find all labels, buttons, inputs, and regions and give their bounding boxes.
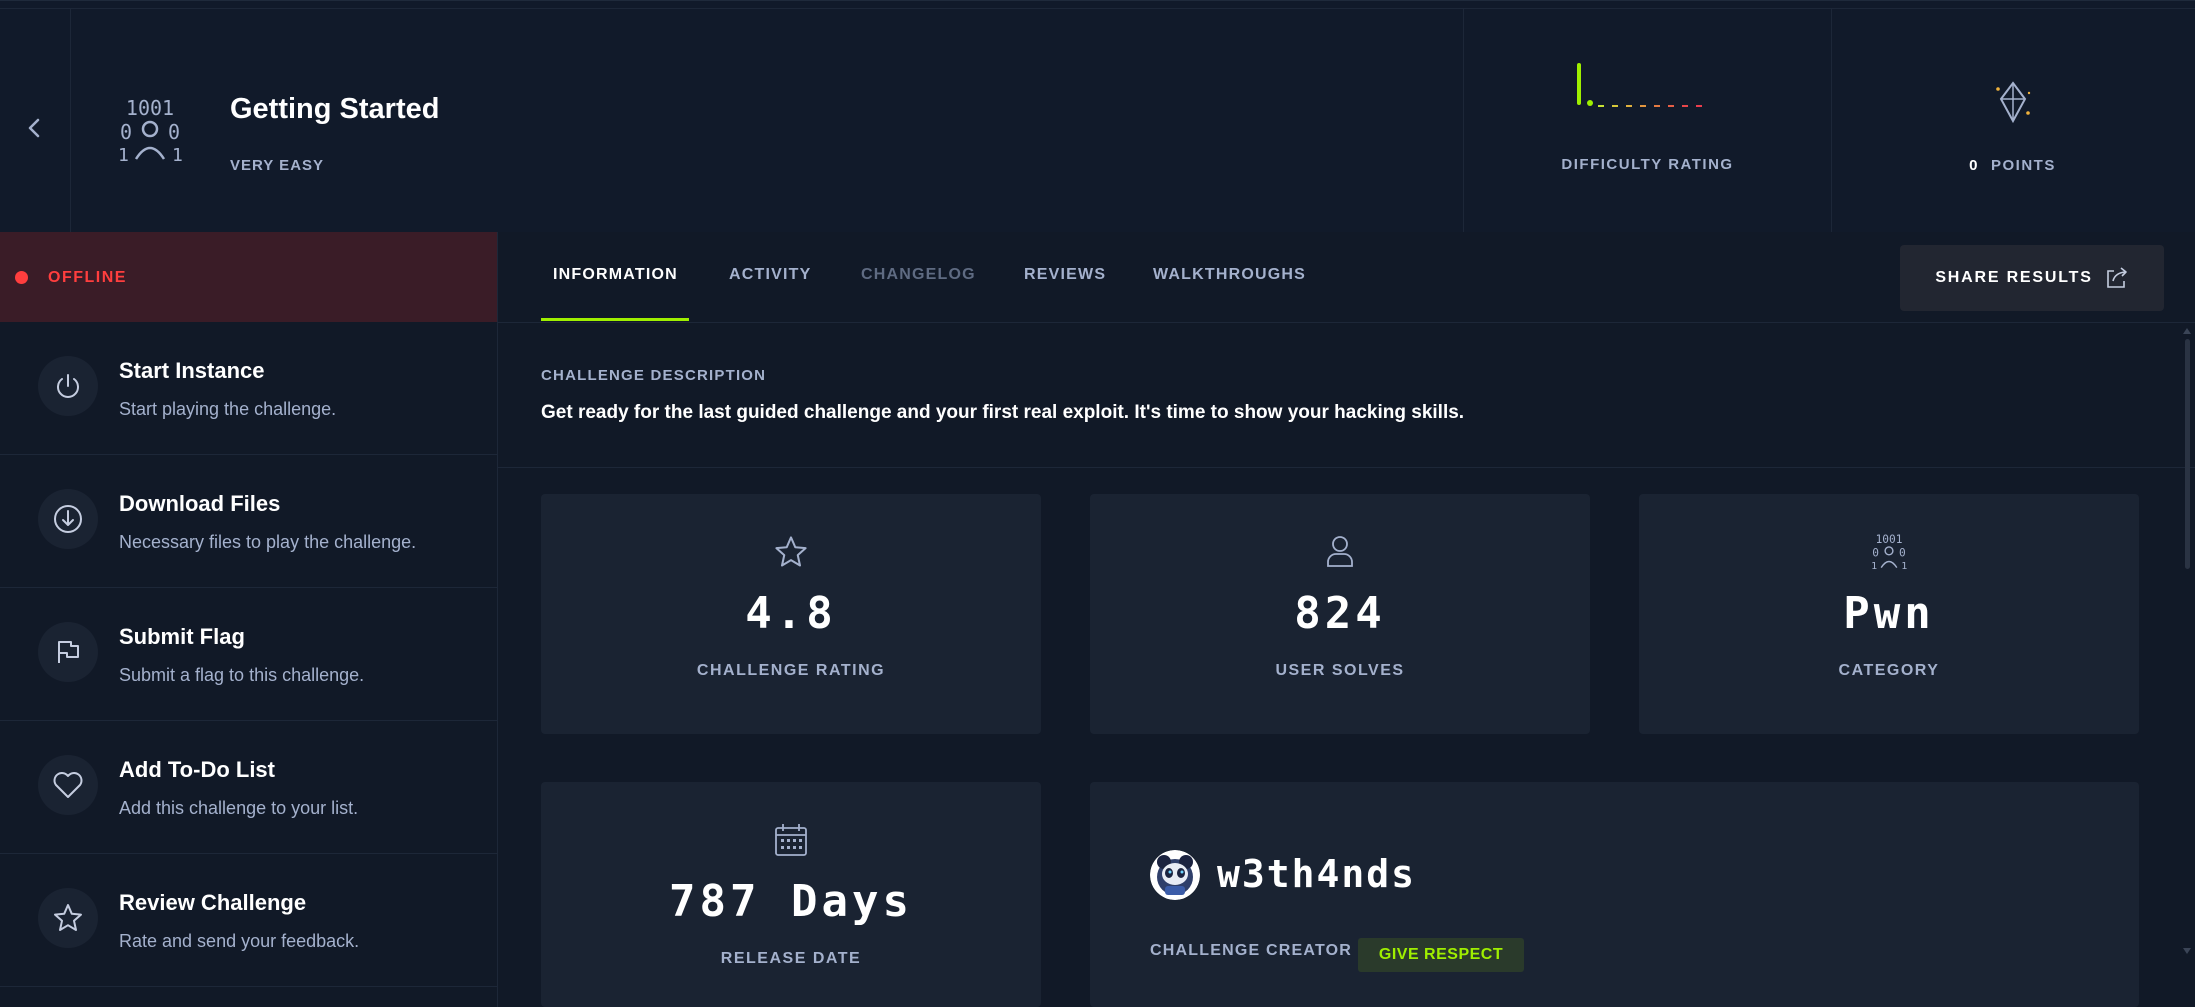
user-solves-card: 824 USER SOLVES — [1090, 494, 1590, 734]
svg-text:1: 1 — [1901, 561, 1907, 572]
status-dot — [15, 271, 28, 284]
category-card: 1001 0 0 1 1 Pwn CATEGORY — [1639, 494, 2139, 734]
tab-activity[interactable]: ACTIVITY — [729, 266, 812, 284]
actions-sidebar: OFFLINE Start Instance Start playing the… — [0, 232, 498, 1007]
scroll-up-icon[interactable] — [2182, 327, 2192, 335]
tab-changelog[interactable]: CHANGELOG — [861, 266, 976, 284]
difficulty-rating-label: DIFFICULTY RATING — [1561, 156, 1734, 173]
category-value: Pwn — [1843, 588, 1935, 639]
difficulty-label: VERY EASY — [230, 157, 325, 174]
star-icon — [775, 536, 807, 567]
action-title: Download Files — [119, 491, 281, 516]
action-subtitle: Start playing the challenge. — [119, 399, 337, 419]
release-value: 787 Days — [669, 876, 913, 927]
scroll-down-icon[interactable] — [2182, 947, 2192, 955]
calendar-icon — [775, 824, 807, 856]
points-label: POINTS — [1991, 157, 2056, 174]
svg-text:0: 0 — [1872, 546, 1879, 559]
active-tab-indicator — [541, 318, 689, 321]
svg-text:1: 1 — [172, 145, 183, 165]
back-column — [0, 9, 71, 233]
svg-text:0: 0 — [168, 120, 180, 144]
description-heading: CHALLENGE DESCRIPTION — [541, 367, 767, 384]
pwn-category-icon: 1001 0 0 1 1 — [1871, 533, 1907, 572]
svg-text:0: 0 — [1899, 546, 1906, 559]
creator-label: CHALLENGE CREATOR — [1150, 942, 1353, 959]
tab-walkthroughs[interactable]: WALKTHROUGHS — [1153, 266, 1306, 284]
status-text: OFFLINE — [48, 269, 127, 286]
chevron-left-icon — [28, 118, 40, 138]
points-panel: 0 POINTS — [1830, 9, 2195, 233]
action-subtitle: Add this challenge to your list. — [119, 798, 359, 818]
action-subtitle: Necessary files to play the challenge. — [119, 532, 417, 552]
tab-reviews[interactable]: REVIEWS — [1024, 266, 1106, 284]
pwn-category-icon: 1001 0 0 1 1 — [118, 97, 183, 165]
category-label: CATEGORY — [1838, 662, 1940, 679]
difficulty-bar-2 — [1587, 100, 1593, 106]
share-results-button[interactable]: SHARE RESULTS — [1900, 245, 2164, 311]
challenge-title: Getting Started — [230, 93, 440, 125]
svg-text:1: 1 — [1871, 561, 1877, 572]
diamond-points-icon — [1996, 81, 2031, 124]
action-title: Start Instance — [119, 358, 265, 383]
creator-name[interactable]: w3th4nds — [1217, 852, 1416, 896]
action-subtitle: Submit a flag to this challenge. — [119, 665, 365, 685]
review-challenge-action[interactable]: Review Challenge Rate and send your feed… — [0, 854, 497, 987]
scroll-thumb[interactable] — [2185, 339, 2190, 569]
difficulty-rating-panel: DIFFICULTY RATING — [1463, 9, 1832, 233]
instance-status-bar: OFFLINE — [0, 232, 497, 322]
share-results-label: SHARE RESULTS — [1935, 269, 2093, 286]
difficulty-bar-1 — [1577, 63, 1581, 105]
challenge-creator-card: w3th4nds CHALLENGE CREATOR GIVE RESPECT — [1090, 782, 2139, 1007]
points-readout: 0 POINTS — [1830, 157, 2195, 174]
star-icon — [38, 888, 98, 948]
give-respect-button[interactable]: GIVE RESPECT — [1358, 938, 1524, 972]
release-date-card: 787 Days RELEASE DATE — [541, 782, 1041, 1007]
challenge-rating-card: 4.8 CHALLENGE RATING — [541, 494, 1041, 734]
content-scrollbar[interactable] — [2182, 327, 2192, 1007]
submit-flag-action[interactable]: Submit Flag Submit a flag to this challe… — [0, 588, 497, 721]
flag-icon — [38, 622, 98, 682]
avatar[interactable] — [1150, 850, 1200, 900]
svg-text:1001: 1001 — [1876, 533, 1903, 546]
rating-label: CHALLENGE RATING — [696, 662, 886, 679]
action-subtitle: Rate and send your feedback. — [119, 931, 360, 951]
release-label: RELEASE DATE — [720, 950, 862, 967]
solves-label: USER SOLVES — [1275, 662, 1405, 679]
action-title: Add To-Do List — [119, 757, 275, 782]
tab-bar: INFORMATION ACTIVITY CHANGELOG REVIEWS W… — [498, 232, 2195, 323]
solves-value: 824 — [1294, 588, 1386, 639]
tab-information[interactable]: INFORMATION — [553, 266, 678, 284]
svg-text:1: 1 — [118, 145, 129, 165]
points-value: 0 — [1969, 157, 1979, 174]
description-text: Get ready for the last guided challenge … — [541, 402, 1465, 423]
rating-value: 4.8 — [745, 588, 837, 639]
share-icon — [2106, 267, 2127, 288]
add-todo-action[interactable]: Add To-Do List Add this challenge to you… — [0, 721, 497, 854]
download-files-action[interactable]: Download Files Necessary files to play t… — [0, 455, 497, 588]
user-icon — [1327, 536, 1353, 567]
back-button[interactable] — [22, 113, 46, 143]
svg-text:1001: 1001 — [126, 97, 174, 120]
action-title: Submit Flag — [119, 624, 245, 649]
power-icon — [38, 356, 98, 416]
action-title: Review Challenge — [119, 890, 307, 915]
download-icon — [38, 489, 98, 549]
heart-icon — [38, 755, 98, 815]
main-content: INFORMATION ACTIVITY CHANGELOG REVIEWS W… — [498, 232, 2195, 1007]
svg-text:0: 0 — [120, 120, 132, 144]
difficulty-chart — [1577, 63, 1702, 107]
challenge-header: 1001 0 0 1 1 Getting Started VERY EASY D… — [0, 0, 2195, 233]
challenge-description: CHALLENGE DESCRIPTION Get ready for the … — [498, 323, 2195, 468]
start-instance-action[interactable]: Start Instance Start playing the challen… — [0, 322, 497, 455]
